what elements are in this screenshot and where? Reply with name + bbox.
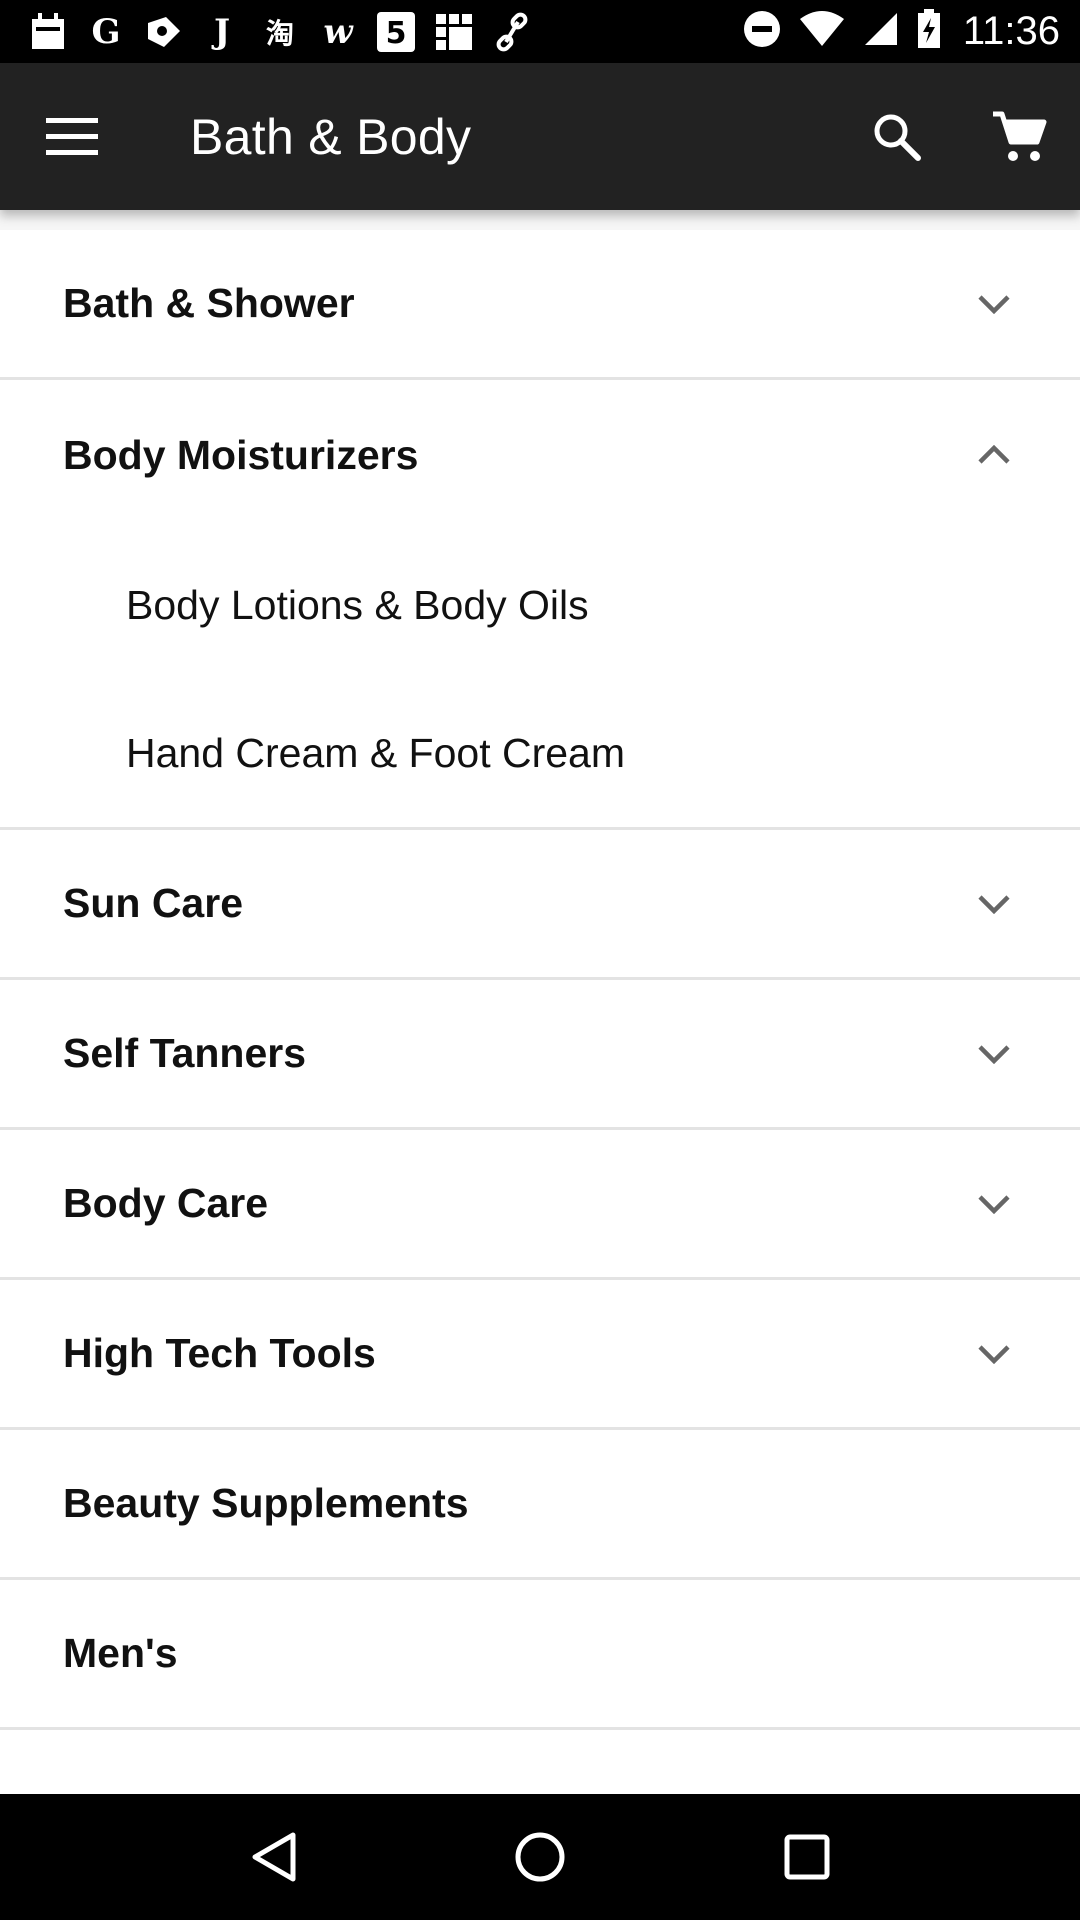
category-row-partial[interactable] <box>0 1730 1080 1794</box>
category-label: Bath & Shower <box>63 280 355 326</box>
recents-square-icon <box>784 1834 830 1880</box>
chevron-down-icon <box>964 1174 1024 1234</box>
subcategory-row-body-lotions[interactable]: Body Lotions & Body Oils <box>0 530 1080 680</box>
category-label: Beauty Supplements <box>63 1480 469 1526</box>
chevron-down-icon <box>964 1024 1024 1084</box>
category-label: Self Tanners <box>63 1030 307 1076</box>
status-bar: G J 淘 w 5 11:36 <box>0 0 1080 63</box>
html5-icon: 5 <box>376 11 416 52</box>
category-label: Body Care <box>63 1180 269 1226</box>
category-label: Sun Care <box>63 880 243 926</box>
cart-icon <box>993 111 1047 161</box>
back-button[interactable] <box>223 1807 323 1907</box>
category-row-body-moisturizers[interactable]: Body Moisturizers <box>0 380 1080 530</box>
recents-button[interactable] <box>757 1807 857 1907</box>
taobao-icon: 淘 <box>265 16 294 50</box>
category-row-beauty-supplements[interactable]: Beauty Supplements <box>0 1430 1080 1580</box>
menu-button[interactable] <box>0 63 146 210</box>
chevron-down-icon <box>964 1324 1024 1384</box>
category-content: Bath & Shower Body Moisturizers Body Lot… <box>0 210 1080 1794</box>
app-bar: Bath & Body <box>0 63 1080 210</box>
category-row-body-care[interactable]: Body Care <box>0 1130 1080 1280</box>
google-icon: G <box>91 11 121 52</box>
hamburger-menu-icon <box>46 117 98 155</box>
home-button[interactable] <box>490 1807 590 1907</box>
wifi-icon <box>799 11 845 52</box>
j-icon: J <box>213 11 231 52</box>
signal-icon <box>863 11 899 52</box>
home-circle-icon <box>515 1832 565 1882</box>
page-title: Bath & Body <box>190 108 472 165</box>
cart-button[interactable] <box>958 63 1080 210</box>
notification-icons: G J 淘 w 5 <box>28 11 532 52</box>
system-nav-bar <box>0 1794 1080 1920</box>
search-button[interactable] <box>836 63 958 210</box>
link-icon <box>492 12 532 52</box>
category-row-mens[interactable]: Men's <box>0 1580 1080 1730</box>
grid-app-icon <box>434 12 474 52</box>
category-label: High Tech Tools <box>63 1330 376 1376</box>
category-label: Body Moisturizers <box>63 431 419 478</box>
category-row-bath-shower[interactable]: Bath & Shower <box>0 230 1080 380</box>
wish-icon: w <box>323 11 353 52</box>
subcategory-row-hand-foot-cream[interactable]: Hand Cream & Foot Cream <box>0 680 1080 830</box>
category-row-high-tech-tools[interactable]: High Tech Tools <box>0 1280 1080 1430</box>
category-row-self-tanners[interactable]: Self Tanners <box>0 980 1080 1130</box>
category-list: Bath & Shower Body Moisturizers Body Lot… <box>0 230 1080 1794</box>
chevron-up-icon <box>964 425 1024 485</box>
search-icon <box>874 114 921 161</box>
back-triangle-icon <box>252 1832 296 1882</box>
subcategory-label: Hand Cream & Foot Cream <box>126 730 626 776</box>
category-label: Men's <box>63 1630 178 1676</box>
do-not-disturb-icon <box>743 10 781 53</box>
chevron-down-icon <box>964 874 1024 934</box>
system-icons: 11:36 <box>743 9 1060 54</box>
svg-text:5: 5 <box>386 16 407 51</box>
chevron-down-icon <box>964 274 1024 334</box>
tag-icon <box>144 12 184 52</box>
battery-charging-icon <box>917 9 941 54</box>
category-row-sun-care[interactable]: Sun Care <box>0 830 1080 980</box>
status-time: 11:36 <box>962 9 1060 53</box>
subcategory-label: Body Lotions & Body Oils <box>126 581 589 628</box>
calendar-icon <box>28 12 68 52</box>
